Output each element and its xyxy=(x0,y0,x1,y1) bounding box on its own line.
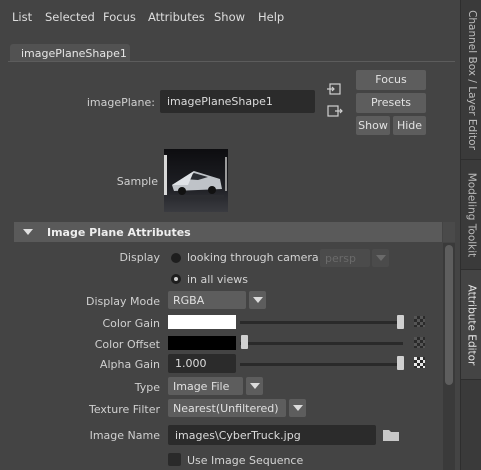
alpha-gain-slider-handle[interactable] xyxy=(397,356,404,370)
color-gain-slider[interactable] xyxy=(240,321,403,324)
output-connection-icon[interactable] xyxy=(327,104,343,118)
display-mode-dropdown[interactable]: RGBA xyxy=(168,291,246,309)
menu-attributes[interactable]: Attributes xyxy=(148,10,205,24)
hide-button[interactable]: Hide xyxy=(393,116,426,135)
node-tab[interactable]: imagePlaneShape1 xyxy=(10,44,130,62)
tab-modeling-toolkit-label: Modeling Toolkit xyxy=(465,172,478,257)
menu-selected[interactable]: Selected xyxy=(45,10,95,24)
tab-divider xyxy=(8,61,455,62)
camera-dropdown: persp xyxy=(320,249,370,267)
collapse-triangle-icon[interactable] xyxy=(23,229,33,235)
type-label: Type xyxy=(134,381,160,394)
camera-dropdown-arrow-icon xyxy=(372,249,389,267)
tab-channel-box[interactable]: Channel Box / Layer Editor xyxy=(461,0,481,160)
folder-icon[interactable] xyxy=(382,427,400,442)
display-label: Display xyxy=(119,251,160,264)
color-offset-label: Color Offset xyxy=(94,338,160,351)
texture-filter-dropdown[interactable]: Nearest(Unfiltered) xyxy=(168,399,286,417)
alpha-gain-label: Alpha Gain xyxy=(99,358,160,371)
menu-help[interactable]: Help xyxy=(258,10,284,24)
cybertruck-image xyxy=(164,149,228,212)
show-button[interactable]: Show xyxy=(356,116,390,135)
in-all-views-label: in all views xyxy=(187,273,248,286)
color-gain-label: Color Gain xyxy=(102,317,160,330)
scrollbar[interactable] xyxy=(443,243,455,470)
tab-attribute-editor[interactable]: Attribute Editor xyxy=(461,270,481,380)
radio-looking-through-camera[interactable] xyxy=(171,253,181,263)
scrollbar-top xyxy=(443,222,455,242)
section-title: Image Plane Attributes xyxy=(47,226,191,239)
texture-filter-arrow-icon[interactable] xyxy=(289,399,306,417)
image-plane-attributes-section[interactable]: Image Plane Attributes xyxy=(14,222,442,242)
image-plane-name-field[interactable]: imagePlaneShape1 xyxy=(160,90,315,113)
color-gain-map-icon[interactable] xyxy=(414,316,425,327)
menu-focus[interactable]: Focus xyxy=(103,10,136,24)
color-offset-slider-handle[interactable] xyxy=(241,335,248,349)
use-image-sequence-label: Use Image Sequence xyxy=(187,454,304,467)
menu-bar: List Selected Focus Attributes Show Help xyxy=(0,0,460,33)
sample-label: Sample xyxy=(116,175,158,188)
tab-channel-box-label: Channel Box / Layer Editor xyxy=(465,9,478,150)
display-mode-arrow-icon[interactable] xyxy=(249,291,266,309)
side-tab-strip: Channel Box / Layer Editor Modeling Tool… xyxy=(460,0,481,470)
texture-filter-label: Texture Filter xyxy=(88,403,160,416)
color-offset-slider[interactable] xyxy=(240,342,403,345)
presets-button[interactable]: Presets xyxy=(356,93,426,113)
display-mode-label: Display Mode xyxy=(85,295,160,308)
color-offset-swatch[interactable] xyxy=(168,336,236,350)
tab-modeling-toolkit[interactable]: Modeling Toolkit xyxy=(461,160,481,270)
use-image-sequence-checkbox[interactable] xyxy=(168,453,181,466)
tab-attribute-editor-label: Attribute Editor xyxy=(465,284,478,365)
alpha-gain-field[interactable]: 1.000 xyxy=(168,354,236,373)
input-connection-icon[interactable] xyxy=(327,82,343,96)
sample-thumbnail xyxy=(164,149,228,212)
radio-in-all-views[interactable] xyxy=(171,274,181,284)
focus-button[interactable]: Focus xyxy=(356,70,426,90)
color-gain-swatch[interactable] xyxy=(168,315,236,329)
menu-show[interactable]: Show xyxy=(214,10,245,24)
alpha-gain-map-icon[interactable] xyxy=(414,357,425,368)
image-name-field[interactable]: images\CyberTruck.jpg xyxy=(168,425,376,445)
looking-through-camera-label: looking through camera xyxy=(187,251,319,264)
color-gain-slider-handle[interactable] xyxy=(397,315,404,329)
alpha-gain-slider[interactable] xyxy=(240,363,403,366)
image-plane-label: imagePlane: xyxy=(86,96,155,109)
scrollbar-thumb[interactable] xyxy=(445,245,453,385)
image-name-label: Image Name xyxy=(89,429,160,442)
color-offset-map-icon[interactable] xyxy=(414,337,425,348)
type-dropdown-arrow-icon[interactable] xyxy=(246,377,263,395)
menu-list[interactable]: List xyxy=(12,10,32,24)
type-dropdown[interactable]: Image File xyxy=(168,377,243,395)
